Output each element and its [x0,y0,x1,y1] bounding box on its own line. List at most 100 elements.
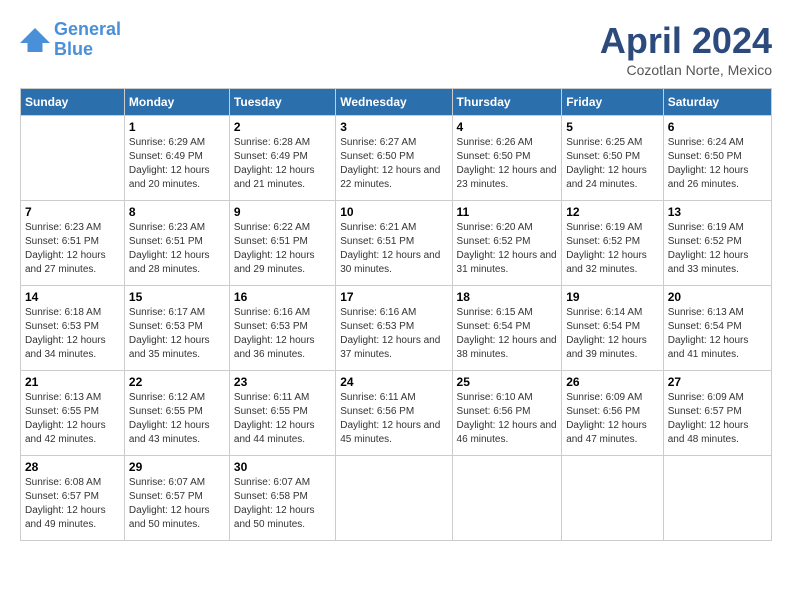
day-info: Sunrise: 6:09 AMSunset: 6:56 PMDaylight:… [566,391,659,447]
table-cell: 19 Sunrise: 6:14 AMSunset: 6:54 PMDaylig… [562,286,664,371]
day-number: 4 [457,120,558,134]
table-cell [562,456,664,541]
page-header: General Blue April 2024 Cozotlan Norte, … [20,20,772,78]
day-info: Sunrise: 6:26 AMSunset: 6:50 PMDaylight:… [457,136,558,192]
day-number: 26 [566,375,659,389]
day-info: Sunrise: 6:10 AMSunset: 6:56 PMDaylight:… [457,391,558,447]
day-info: Sunrise: 6:11 AMSunset: 6:55 PMDaylight:… [234,391,331,447]
table-cell: 14 Sunrise: 6:18 AMSunset: 6:53 PMDaylig… [21,286,125,371]
day-info: Sunrise: 6:23 AMSunset: 6:51 PMDaylight:… [25,221,120,277]
table-cell [663,456,771,541]
day-number: 6 [668,120,767,134]
day-number: 22 [129,375,225,389]
day-number: 28 [25,460,120,474]
week-row-4: 21 Sunrise: 6:13 AMSunset: 6:55 PMDaylig… [21,371,772,456]
logo-line1: General [54,20,121,40]
table-cell: 26 Sunrise: 6:09 AMSunset: 6:56 PMDaylig… [562,371,664,456]
day-info: Sunrise: 6:15 AMSunset: 6:54 PMDaylight:… [457,306,558,362]
table-cell: 3 Sunrise: 6:27 AMSunset: 6:50 PMDayligh… [336,116,452,201]
day-number: 24 [340,375,447,389]
header-friday: Friday [562,89,664,116]
month-title: April 2024 [600,20,772,62]
day-info: Sunrise: 6:28 AMSunset: 6:49 PMDaylight:… [234,136,331,192]
day-info: Sunrise: 6:19 AMSunset: 6:52 PMDaylight:… [566,221,659,277]
day-info: Sunrise: 6:11 AMSunset: 6:56 PMDaylight:… [340,391,447,447]
day-number: 23 [234,375,331,389]
table-cell: 28 Sunrise: 6:08 AMSunset: 6:57 PMDaylig… [21,456,125,541]
day-number: 5 [566,120,659,134]
day-info: Sunrise: 6:16 AMSunset: 6:53 PMDaylight:… [234,306,331,362]
day-number: 13 [668,205,767,219]
day-number: 16 [234,290,331,304]
day-info: Sunrise: 6:07 AMSunset: 6:57 PMDaylight:… [129,476,225,532]
table-cell: 22 Sunrise: 6:12 AMSunset: 6:55 PMDaylig… [124,371,229,456]
week-row-3: 14 Sunrise: 6:18 AMSunset: 6:53 PMDaylig… [21,286,772,371]
table-cell: 24 Sunrise: 6:11 AMSunset: 6:56 PMDaylig… [336,371,452,456]
day-number: 20 [668,290,767,304]
day-info: Sunrise: 6:07 AMSunset: 6:58 PMDaylight:… [234,476,331,532]
table-cell: 15 Sunrise: 6:17 AMSunset: 6:53 PMDaylig… [124,286,229,371]
table-cell: 29 Sunrise: 6:07 AMSunset: 6:57 PMDaylig… [124,456,229,541]
table-cell [452,456,562,541]
day-info: Sunrise: 6:23 AMSunset: 6:51 PMDaylight:… [129,221,225,277]
day-number: 8 [129,205,225,219]
table-cell [21,116,125,201]
table-cell: 30 Sunrise: 6:07 AMSunset: 6:58 PMDaylig… [229,456,335,541]
day-info: Sunrise: 6:25 AMSunset: 6:50 PMDaylight:… [566,136,659,192]
table-cell: 5 Sunrise: 6:25 AMSunset: 6:50 PMDayligh… [562,116,664,201]
table-cell: 9 Sunrise: 6:22 AMSunset: 6:51 PMDayligh… [229,201,335,286]
day-info: Sunrise: 6:27 AMSunset: 6:50 PMDaylight:… [340,136,447,192]
day-number: 18 [457,290,558,304]
table-cell: 25 Sunrise: 6:10 AMSunset: 6:56 PMDaylig… [452,371,562,456]
calendar-header-row: Sunday Monday Tuesday Wednesday Thursday… [21,89,772,116]
day-info: Sunrise: 6:16 AMSunset: 6:53 PMDaylight:… [340,306,447,362]
day-number: 3 [340,120,447,134]
logo-line2: Blue [54,40,121,60]
location-subtitle: Cozotlan Norte, Mexico [600,62,772,78]
day-number: 14 [25,290,120,304]
logo-icon [20,28,50,52]
table-cell: 23 Sunrise: 6:11 AMSunset: 6:55 PMDaylig… [229,371,335,456]
day-number: 11 [457,205,558,219]
table-cell: 10 Sunrise: 6:21 AMSunset: 6:51 PMDaylig… [336,201,452,286]
header-sunday: Sunday [21,89,125,116]
day-info: Sunrise: 6:08 AMSunset: 6:57 PMDaylight:… [25,476,120,532]
table-cell: 21 Sunrise: 6:13 AMSunset: 6:55 PMDaylig… [21,371,125,456]
title-block: April 2024 Cozotlan Norte, Mexico [600,20,772,78]
header-thursday: Thursday [452,89,562,116]
header-tuesday: Tuesday [229,89,335,116]
week-row-1: 1 Sunrise: 6:29 AMSunset: 6:49 PMDayligh… [21,116,772,201]
table-cell: 2 Sunrise: 6:28 AMSunset: 6:49 PMDayligh… [229,116,335,201]
table-cell [336,456,452,541]
day-number: 1 [129,120,225,134]
logo: General Blue [20,20,121,60]
table-cell: 18 Sunrise: 6:15 AMSunset: 6:54 PMDaylig… [452,286,562,371]
table-cell: 12 Sunrise: 6:19 AMSunset: 6:52 PMDaylig… [562,201,664,286]
day-info: Sunrise: 6:20 AMSunset: 6:52 PMDaylight:… [457,221,558,277]
day-info: Sunrise: 6:09 AMSunset: 6:57 PMDaylight:… [668,391,767,447]
table-cell: 1 Sunrise: 6:29 AMSunset: 6:49 PMDayligh… [124,116,229,201]
day-number: 7 [25,205,120,219]
table-cell: 13 Sunrise: 6:19 AMSunset: 6:52 PMDaylig… [663,201,771,286]
day-info: Sunrise: 6:24 AMSunset: 6:50 PMDaylight:… [668,136,767,192]
day-info: Sunrise: 6:17 AMSunset: 6:53 PMDaylight:… [129,306,225,362]
day-number: 25 [457,375,558,389]
calendar-table: Sunday Monday Tuesday Wednesday Thursday… [20,88,772,541]
header-saturday: Saturday [663,89,771,116]
day-info: Sunrise: 6:22 AMSunset: 6:51 PMDaylight:… [234,221,331,277]
day-info: Sunrise: 6:29 AMSunset: 6:49 PMDaylight:… [129,136,225,192]
table-cell: 11 Sunrise: 6:20 AMSunset: 6:52 PMDaylig… [452,201,562,286]
week-row-5: 28 Sunrise: 6:08 AMSunset: 6:57 PMDaylig… [21,456,772,541]
table-cell: 4 Sunrise: 6:26 AMSunset: 6:50 PMDayligh… [452,116,562,201]
day-info: Sunrise: 6:13 AMSunset: 6:54 PMDaylight:… [668,306,767,362]
table-cell: 6 Sunrise: 6:24 AMSunset: 6:50 PMDayligh… [663,116,771,201]
day-number: 2 [234,120,331,134]
day-info: Sunrise: 6:13 AMSunset: 6:55 PMDaylight:… [25,391,120,447]
day-number: 15 [129,290,225,304]
day-number: 29 [129,460,225,474]
day-number: 10 [340,205,447,219]
table-cell: 16 Sunrise: 6:16 AMSunset: 6:53 PMDaylig… [229,286,335,371]
header-monday: Monday [124,89,229,116]
table-cell: 7 Sunrise: 6:23 AMSunset: 6:51 PMDayligh… [21,201,125,286]
table-cell: 20 Sunrise: 6:13 AMSunset: 6:54 PMDaylig… [663,286,771,371]
